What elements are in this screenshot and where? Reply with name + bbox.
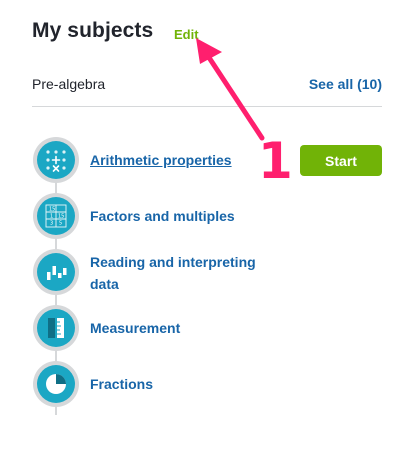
skill-item-factors-and-multiples[interactable]: 15 1 15 3 5 Factors and multiples [33, 193, 383, 239]
divider [32, 106, 382, 107]
skill-item-fractions[interactable]: Fractions [33, 361, 383, 407]
skill-label-line-1: Reading and interpreting [90, 254, 256, 270]
svg-text:15: 15 [49, 207, 55, 213]
skill-label[interactable]: Arithmetic properties [90, 149, 232, 171]
skill-item-measurement[interactable]: Measurement [33, 305, 383, 351]
skill-label[interactable]: Reading and interpreting data [90, 251, 256, 295]
edit-link[interactable]: Edit [174, 27, 199, 42]
svg-text:5: 5 [59, 221, 62, 227]
svg-text:3: 3 [50, 221, 53, 227]
start-button[interactable]: Start [300, 145, 382, 176]
factors-grid-icon: 15 1 15 3 5 [33, 193, 79, 239]
pie-fraction-icon [33, 361, 79, 407]
skill-label[interactable]: Measurement [90, 317, 180, 339]
arithmetic-grid-icon [33, 137, 79, 183]
measurement-icon [33, 305, 79, 351]
skill-label-line-2: data [90, 276, 119, 292]
skill-item-reading-and-interpreting-data[interactable]: Reading and interpreting data [33, 249, 383, 295]
skill-label[interactable]: Factors and multiples [90, 205, 235, 227]
header: My subjects [32, 19, 153, 43]
skill-label[interactable]: Fractions [90, 373, 153, 395]
subject-name: Pre-algebra [32, 76, 106, 92]
subject-row: Pre-algebra See all (10) [32, 76, 382, 96]
bar-data-icon [33, 249, 79, 295]
svg-text:15: 15 [58, 214, 64, 220]
svg-text:1: 1 [50, 214, 53, 220]
see-all-link[interactable]: See all (10) [309, 76, 382, 92]
page-title: My subjects [32, 19, 154, 42]
annotation-number: 1 [258, 132, 293, 190]
